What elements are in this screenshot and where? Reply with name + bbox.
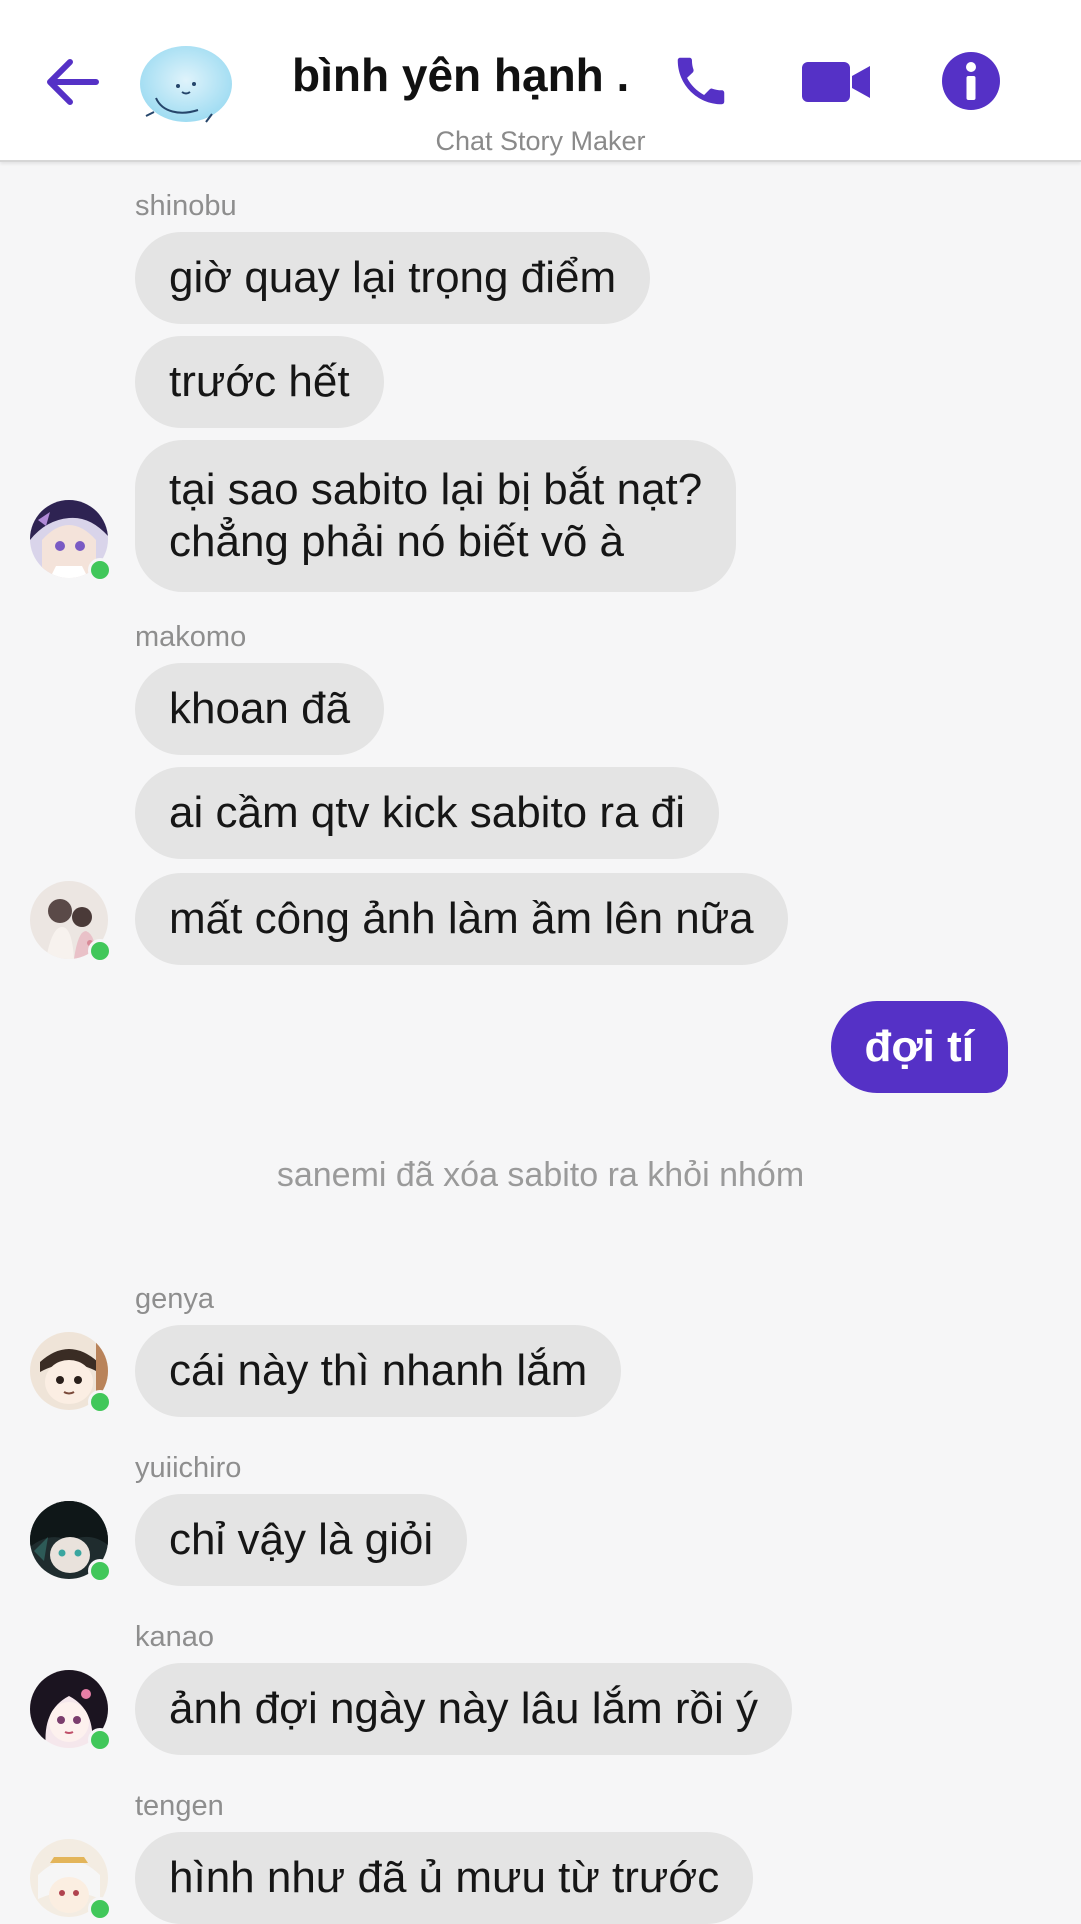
chat-header: bình yên hạnh ... Chat Story Maker — [0, 0, 1081, 162]
online-status-dot — [88, 939, 112, 963]
sender-name: makomo — [135, 621, 247, 653]
info-icon[interactable] — [940, 50, 1002, 112]
group-avatar[interactable] — [136, 40, 236, 130]
message-bubble[interactable]: chỉ vậy là giỏi — [135, 1494, 468, 1586]
message-line: tại sao sabito lại bị bắt nạt? — [169, 465, 703, 514]
message-bubble[interactable]: trước hết — [135, 336, 384, 428]
avatar[interactable] — [30, 881, 112, 963]
avatar[interactable] — [30, 1839, 112, 1921]
avatar[interactable] — [30, 1501, 112, 1583]
avatar[interactable] — [30, 500, 112, 582]
chat-subtitle: Chat Story Maker — [435, 126, 646, 156]
message-bubble[interactable]: giờ quay lại trọng điểm — [135, 232, 651, 324]
system-notice: sanemi đã xóa sabito ra khỏi nhóm — [276, 1156, 805, 1194]
message-bubble[interactable]: khoan đã — [135, 663, 385, 755]
avatar[interactable] — [30, 1670, 112, 1752]
message-bubble[interactable]: ai cầm qtv kick sabito ra đi — [135, 767, 719, 859]
message-bubble[interactable]: mất công ảnh làm ầm lên nữa — [135, 873, 788, 965]
online-status-dot — [88, 1897, 112, 1921]
message-bubble[interactable]: tại sao sabito lại bị bắt nạt? chẳng phả… — [135, 440, 737, 592]
online-status-dot — [88, 1390, 112, 1414]
sender-name: yuiichiro — [135, 1452, 242, 1484]
sender-name: tengen — [135, 1790, 224, 1822]
message-bubble[interactable]: hình như đã ủ mưu từ trước — [135, 1832, 754, 1924]
message-bubble[interactable]: ảnh đợi ngày này lâu lắm rồi ý — [135, 1663, 792, 1755]
online-status-dot — [88, 1559, 112, 1583]
phone-icon[interactable] — [670, 50, 732, 112]
message-line: chẳng phải nó biết võ à — [169, 517, 625, 566]
message-bubble[interactable]: cái này thì nhanh lắm — [135, 1325, 622, 1417]
sender-name: shinobu — [135, 190, 237, 222]
back-arrow-icon[interactable] — [40, 52, 102, 112]
online-status-dot — [88, 558, 112, 582]
online-status-dot — [88, 1728, 112, 1752]
sender-name: kanao — [135, 1621, 215, 1653]
sender-name: genya — [135, 1283, 215, 1315]
my-message-bubble[interactable]: đợi tí — [830, 1001, 1008, 1093]
chat-title[interactable]: bình yên hạnh ... — [292, 48, 632, 102]
video-camera-icon[interactable] — [800, 58, 872, 106]
avatar[interactable] — [30, 1332, 112, 1414]
